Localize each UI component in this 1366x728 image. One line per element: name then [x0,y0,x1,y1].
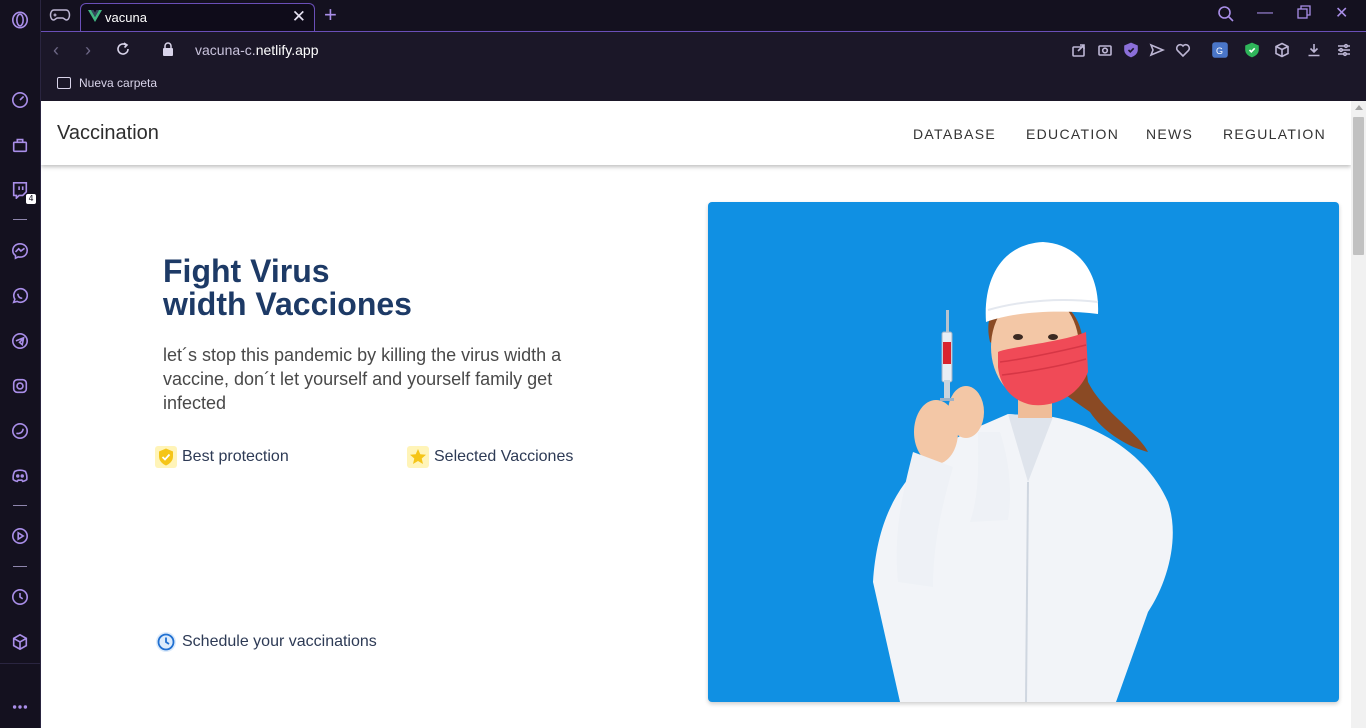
nav-regulation[interactable]: REGULATION [1223,126,1326,142]
tab-title: vacuna [105,10,147,25]
feature-protection-label: Best protection [182,448,289,465]
vue-logo-icon [88,9,102,23]
sidebar-divider [13,219,27,220]
heart-icon[interactable] [1175,42,1191,58]
hero-description: let´s stop this pandemic by killing the … [163,345,562,413]
feature-schedule[interactable]: Schedule your vaccinations [155,631,377,653]
translate-icon[interactable]: G [1212,42,1228,58]
sidebar-divider [13,505,27,506]
minimize-button[interactable]: — [1257,4,1273,22]
folder-icon[interactable] [57,77,71,89]
maximize-button[interactable] [1297,5,1311,24]
scroll-thumb[interactable] [1353,117,1364,255]
speed-dial-icon[interactable] [10,90,30,110]
star-icon [407,446,429,468]
url-text[interactable]: vacuna-c.netlify.app [195,42,318,58]
feature-schedule-label: Schedule your vaccinations [182,633,377,650]
tab-bar: vacuna ✕ + — ✕ [41,0,1366,31]
shield-check-icon [155,446,177,468]
url-prefix: vacuna-c. [195,42,256,58]
whatsapp-icon[interactable] [10,286,30,306]
easy-setup-icon[interactable] [1336,42,1352,58]
back-button[interactable]: ‹ [53,40,59,61]
site-brand[interactable]: Vaccination [57,122,159,145]
new-tab-button[interactable]: + [324,2,337,28]
reload-button[interactable] [115,41,131,62]
history-icon[interactable] [10,587,30,607]
twitter-icon[interactable] [10,421,30,441]
twitch-badge: 4 [26,194,36,204]
web-page: Vaccination DATABASE EDUCATION NEWS REGU… [41,101,1351,728]
nav-education[interactable]: EDUCATION [1026,126,1119,142]
discord-icon[interactable] [10,466,30,486]
share-icon[interactable] [1071,42,1087,58]
vpn-shield-icon[interactable] [1123,42,1139,58]
clock-icon [155,631,177,653]
bookmark-folder-label[interactable]: Nueva carpeta [79,76,157,90]
address-bar: ‹ › vacuna-c.netlify.app G [41,31,1366,69]
tab-close-icon[interactable]: ✕ [292,7,306,27]
search-tabs-icon[interactable] [1217,5,1235,28]
messenger-icon[interactable] [10,241,30,261]
player-icon[interactable] [10,526,30,546]
url-domain: netlify.app [255,42,319,58]
svg-text:G: G [1216,46,1223,56]
bookmarks-bar: Nueva carpeta [41,69,1366,101]
instagram-icon[interactable] [10,376,30,396]
sidebar-divider [13,566,27,567]
browser-sidebar: 4 [0,0,41,728]
nav-database[interactable]: DATABASE [913,126,996,142]
extensions-icon[interactable] [1274,42,1290,58]
lock-icon[interactable] [162,42,174,56]
nurse-illustration [873,242,1173,702]
hero-title: Fight Virus width Vacciones [163,255,412,321]
camera-icon[interactable] [1097,42,1113,58]
briefcase-icon[interactable] [10,135,30,155]
download-icon[interactable] [1306,42,1322,58]
hero-title-line1: Fight Virus [163,253,330,289]
opera-logo-icon[interactable] [10,10,30,30]
page-scrollbar[interactable] [1351,101,1366,728]
adblock-shield-icon[interactable] [1244,42,1260,58]
feature-selected-label: Selected Vacciones [434,448,574,465]
gamepad-icon[interactable] [49,6,71,24]
more-icon[interactable] [10,697,30,717]
extensions-cube-icon[interactable] [10,632,30,652]
telegram-icon[interactable] [10,331,30,351]
hero-image [708,202,1339,702]
feature-protection: Best protection [155,446,289,468]
sidebar-divider [0,663,41,664]
send-icon[interactable] [1149,42,1166,58]
nav-news[interactable]: NEWS [1146,126,1193,142]
forward-button[interactable]: › [85,40,91,61]
hero-title-line2: width Vacciones [163,286,412,322]
feature-selected: Selected Vacciones [407,446,573,468]
browser-tab[interactable]: vacuna ✕ [80,3,315,31]
site-header: Vaccination DATABASE EDUCATION NEWS REGU… [41,101,1351,165]
scroll-up-arrow-icon[interactable] [1355,105,1363,110]
close-window-button[interactable]: ✕ [1335,3,1348,23]
